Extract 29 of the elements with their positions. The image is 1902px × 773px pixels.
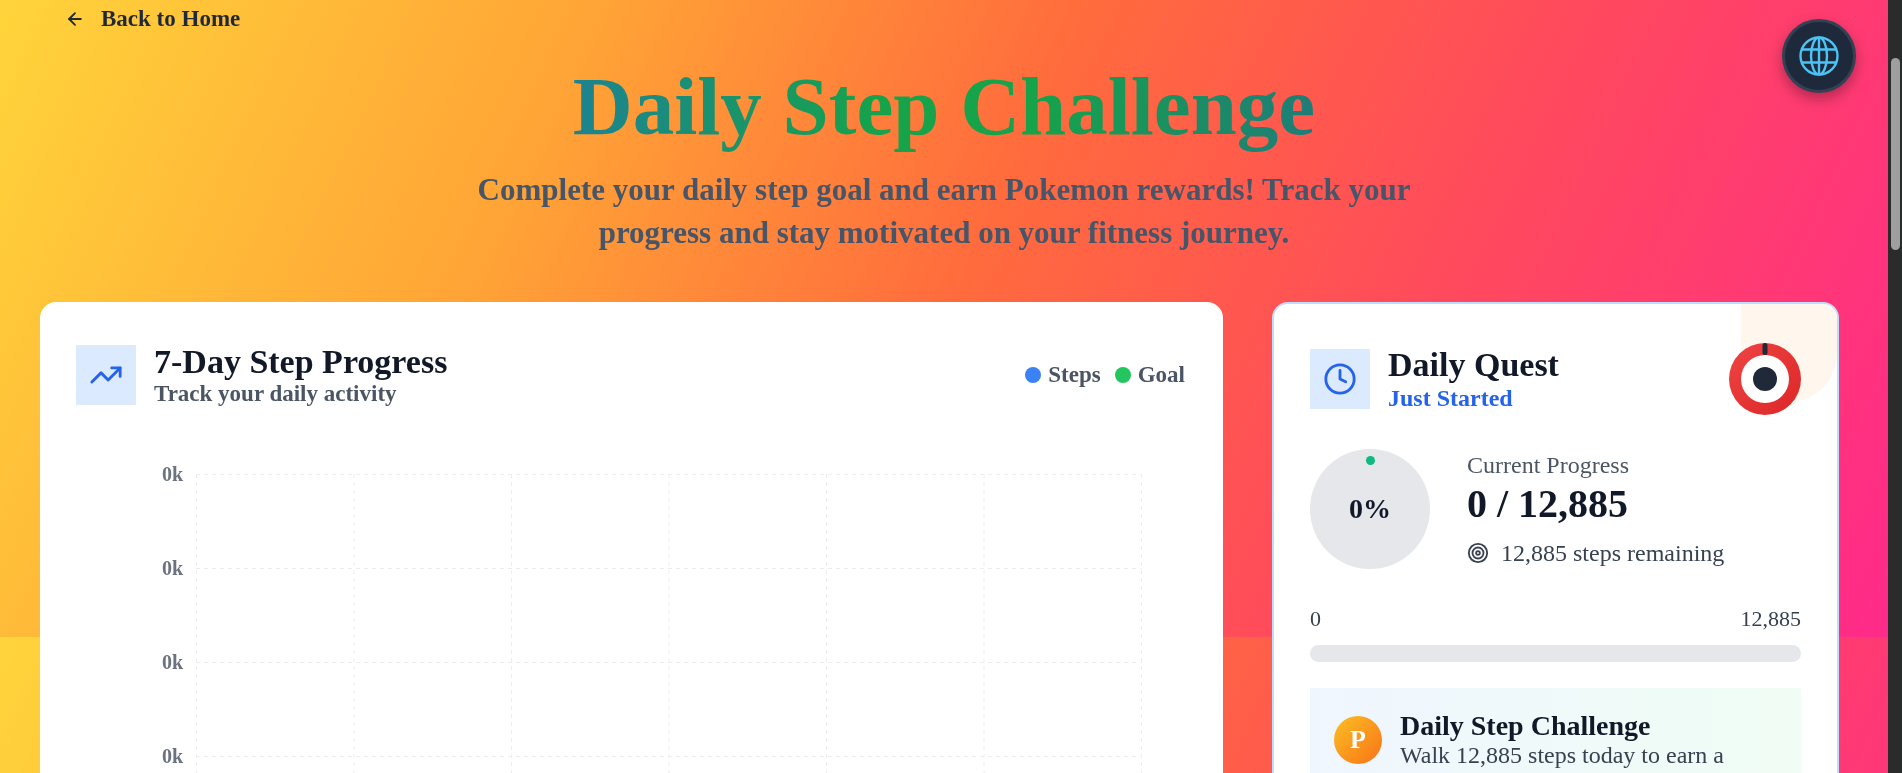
clock-icon [1310, 349, 1370, 409]
axis-label: 0k [161, 464, 183, 484]
axis-label: 0k [161, 558, 183, 578]
axis-label: 0k [161, 652, 183, 672]
page-subtitle: Complete your daily step goal and earn Pokemon rewards! Track your progress and stay motivated on your fitness journey. [476, 171, 1412, 252]
globe-icon [1799, 36, 1839, 76]
stat-label: Current Progress [1467, 451, 1630, 479]
bar-max-label: 12,885 [1740, 606, 1801, 632]
stat-value: 0 / 12,885 [1467, 481, 1630, 527]
bar-min-label: 0 [1310, 606, 1321, 632]
card-title: Daily Quest [1388, 346, 1559, 384]
card-title: 7-Day Step Progress [154, 343, 448, 381]
legend-label: Goal [1137, 362, 1185, 388]
remaining-text: 12,885 steps remaining [1501, 539, 1725, 567]
card-subtitle: Track your daily activity [154, 381, 398, 407]
reward-description: Walk 12,885 steps today to earn a [1400, 742, 1724, 768]
status-label: Just Started [1388, 384, 1514, 412]
percent-label: 0% [1349, 493, 1391, 525]
reward-title: Daily Step Challenge [1400, 710, 1652, 742]
legend-label: Steps [1048, 362, 1101, 388]
back-link[interactable]: Back to Home [65, 5, 241, 33]
target-icon [1467, 542, 1489, 564]
trend-up-icon [76, 345, 136, 405]
axis-label: 0k [161, 746, 183, 766]
language-button[interactable] [1782, 19, 1856, 93]
scrollbar-thumb[interactable] [1891, 58, 1900, 250]
reward-coin: P [1334, 716, 1382, 764]
start-dot-icon [1365, 456, 1375, 465]
ring-icon [1729, 343, 1801, 415]
